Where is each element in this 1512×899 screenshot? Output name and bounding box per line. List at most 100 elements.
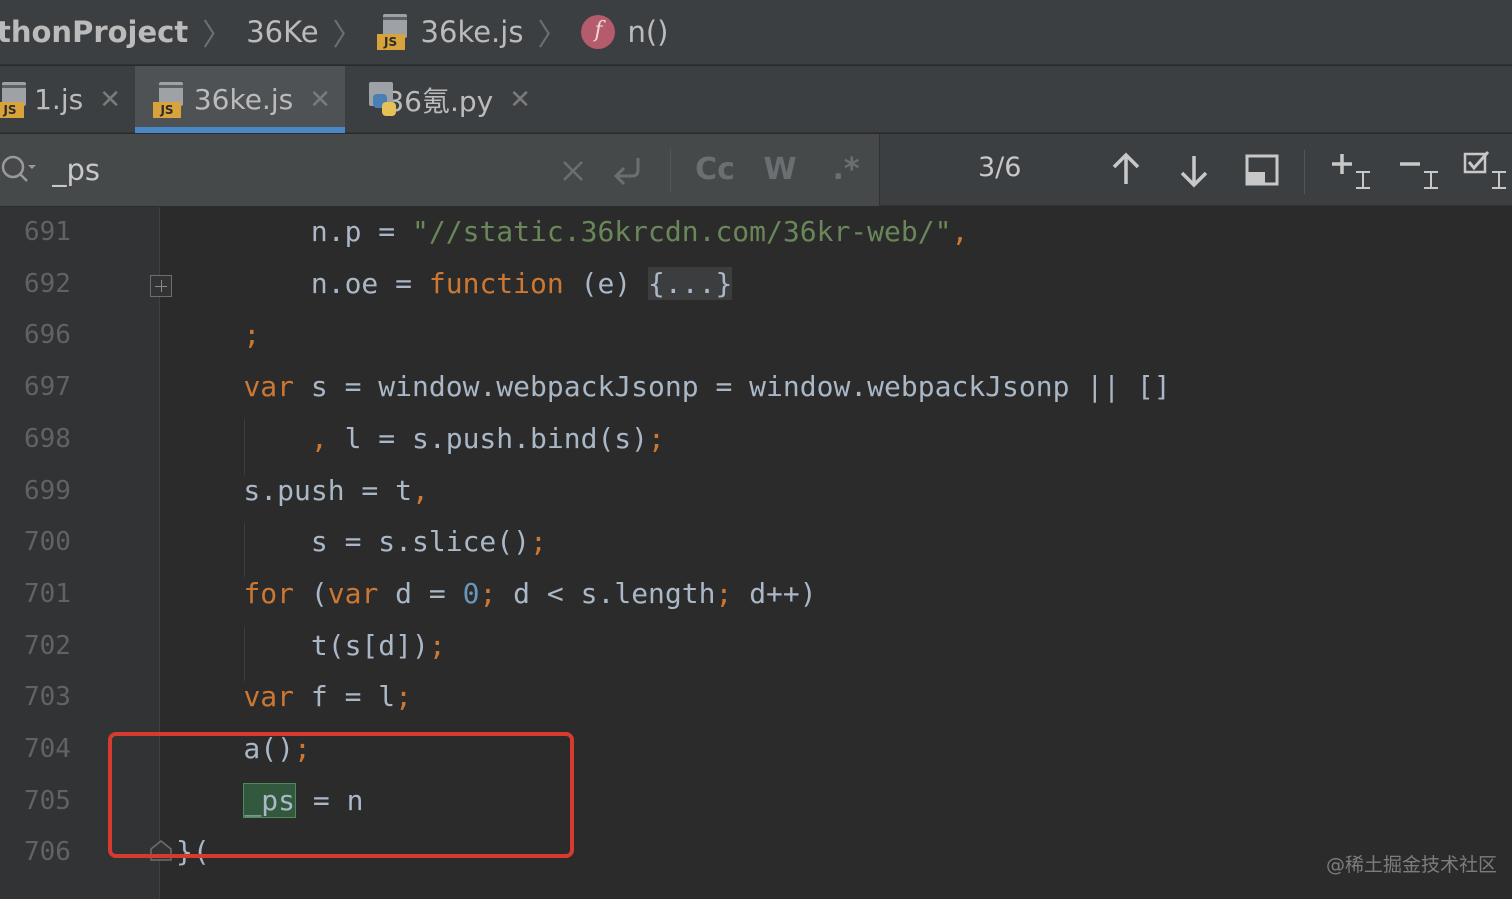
line-number: 698 xyxy=(24,423,71,454)
search-input[interactable] xyxy=(52,148,532,192)
breadcrumb-project-label: thonProject xyxy=(0,15,189,49)
code-token: "//static.36krcdn.com/36kr-web/" xyxy=(412,215,952,248)
indent-guide xyxy=(244,627,245,681)
code-line[interactable]: var f = l; xyxy=(176,680,412,713)
regex-button[interactable]: .* xyxy=(826,148,866,192)
code-token: 0 xyxy=(462,576,480,610)
previous-occurrence-icon[interactable] xyxy=(1106,150,1146,190)
line-number: 697 xyxy=(24,372,71,403)
code-line[interactable]: n.p = "//static.36krcdn.com/36kr-web/", xyxy=(176,215,968,248)
code-token: n.p = xyxy=(176,215,413,248)
code-token: , xyxy=(412,473,429,507)
code-line[interactable]: , l = s.push.bind(s); xyxy=(176,422,665,455)
indent-guide xyxy=(244,523,245,577)
code-token: d < s.length xyxy=(496,576,716,610)
code-token: ; xyxy=(395,680,413,714)
line-number: 703 xyxy=(24,682,71,713)
code-line[interactable]: s.push = t, xyxy=(176,473,429,507)
breadcrumb-separator: 〉 xyxy=(537,18,568,53)
tab-label: 36ke.js xyxy=(193,83,294,116)
breadcrumb-function-label: n() xyxy=(627,15,669,49)
python-file-icon xyxy=(365,81,396,118)
code-token: function xyxy=(428,266,564,300)
code-token: ; xyxy=(715,576,733,610)
code-line[interactable]: var s = window.webpackJsonp = window.web… xyxy=(176,370,1171,404)
close-icon[interactable]: ✕ xyxy=(509,85,531,115)
line-number: 706 xyxy=(24,837,71,868)
match-case-button[interactable]: Cc xyxy=(692,148,738,192)
function-icon: f xyxy=(581,15,616,49)
code-line[interactable]: for (var d = 0; d < s.length; d++) xyxy=(176,576,817,610)
code-token: s.push = t xyxy=(176,473,413,507)
line-number: 692 xyxy=(24,268,71,299)
line-number: 700 xyxy=(24,527,71,558)
code-token: ; xyxy=(479,576,497,610)
select-all-matches-icon[interactable] xyxy=(1462,150,1508,190)
code-token: (e) xyxy=(563,266,649,300)
code-token: ( xyxy=(294,576,328,610)
breadcrumb-item-folder[interactable]: 36Ke xyxy=(246,0,319,64)
js-file-icon: JS xyxy=(0,81,26,118)
folded-region[interactable]: {...} xyxy=(648,266,733,300)
close-icon[interactable]: ✕ xyxy=(99,85,121,115)
line-number: 704 xyxy=(24,734,71,764)
code-token: d++) xyxy=(732,576,817,610)
line-number: 696 xyxy=(24,320,71,351)
js-badge: JS xyxy=(376,34,405,50)
js-file-icon: JS xyxy=(153,81,184,118)
annotation-highlight-box xyxy=(108,732,574,858)
code-line[interactable]: t(s[d]); xyxy=(176,629,446,662)
line-number: 699 xyxy=(24,475,71,506)
tab-label: 1.js xyxy=(34,83,84,116)
fold-expand-icon[interactable] xyxy=(150,275,172,297)
code-token: var xyxy=(327,576,379,610)
tab-label: 36氪.py xyxy=(386,84,494,118)
tab-1-js[interactable]: JS 1.js ✕ xyxy=(0,66,135,133)
editor-tab-bar: JS 1.js ✕ JS 36ke.js ✕ 36氪.py ✕ xyxy=(0,66,1512,133)
close-icon[interactable]: ✕ xyxy=(309,85,331,115)
find-input-area: Cc W .* xyxy=(0,134,880,206)
code-line[interactable]: n.oe = function (e) {...} xyxy=(176,266,733,300)
code-token: n.oe = xyxy=(176,266,429,300)
code-token: for xyxy=(243,576,295,610)
match-count: 3/6 xyxy=(978,152,1022,183)
next-occurrence-icon[interactable] xyxy=(1174,150,1214,190)
tab-36ke-py[interactable]: 36氪.py ✕ xyxy=(345,66,545,133)
code-token: s = s.slice() xyxy=(176,525,531,559)
code-token: , xyxy=(310,421,328,455)
line-number: 702 xyxy=(24,630,71,661)
code-token: s = window.webpackJsonp = window.webpack… xyxy=(294,370,1171,404)
breadcrumb-item-file[interactable]: JS 36ke.js xyxy=(376,0,524,64)
whole-word-button[interactable]: W xyxy=(760,148,800,192)
code-token: d = xyxy=(378,576,463,610)
code-token: , xyxy=(951,215,969,248)
code-token: ; xyxy=(530,525,547,559)
newline-icon[interactable] xyxy=(608,148,648,192)
tab-36ke-js[interactable]: JS 36ke.js ✕ xyxy=(135,66,345,133)
code-token: ; xyxy=(648,421,665,455)
line-number: 705 xyxy=(24,785,71,816)
select-all-occurrences-icon[interactable] xyxy=(1242,150,1282,190)
code-token: var xyxy=(243,370,295,404)
line-number: 701 xyxy=(24,578,71,609)
clear-icon[interactable] xyxy=(560,148,586,192)
code-line[interactable]: ; xyxy=(176,318,260,351)
breadcrumb: thonProject 〉 36Ke 〉 JS 36ke.js 〉 f n() xyxy=(0,0,1512,65)
search-icon[interactable] xyxy=(0,152,40,188)
add-occurrence-icon[interactable] xyxy=(1328,150,1372,190)
find-bar: Cc W .* 3/6 xyxy=(0,134,1512,206)
js-badge: JS xyxy=(0,101,24,118)
breadcrumb-item-project[interactable]: thonProject xyxy=(0,0,189,64)
breadcrumb-folder-label: 36Ke xyxy=(246,15,319,49)
indent-guide xyxy=(244,419,245,475)
breadcrumb-file-label: 36ke.js xyxy=(420,15,524,49)
breadcrumb-separator: 〉 xyxy=(202,18,233,53)
remove-occurrence-icon[interactable] xyxy=(1396,150,1440,190)
code-token: ; xyxy=(428,628,446,662)
code-line[interactable]: s = s.slice(); xyxy=(176,525,547,558)
breadcrumb-item-function[interactable]: f n() xyxy=(581,0,669,64)
js-file-icon: JS xyxy=(376,14,411,50)
